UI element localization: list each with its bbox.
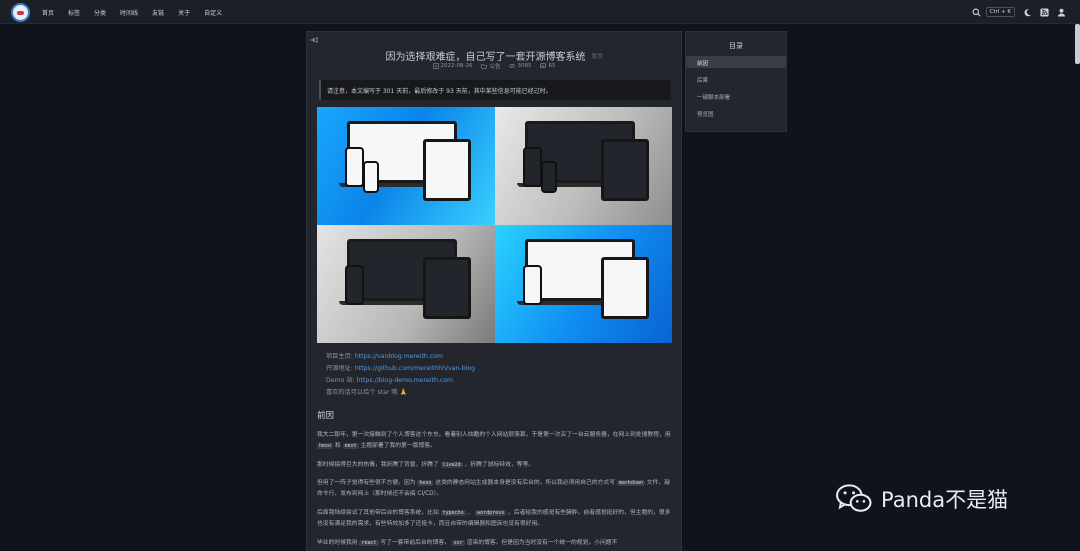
meta-date: 2022-08-26 xyxy=(432,62,472,70)
paragraph-3: 但用了一阵子觉得有些很不方便。因为 hexo 这类的静态网站生成器本身是没有后台… xyxy=(317,480,670,497)
inline-code: hexo xyxy=(317,443,334,449)
folder-icon xyxy=(481,64,488,69)
meta-comments: 65 xyxy=(540,62,555,70)
search-button[interactable]: Ctrl + K xyxy=(972,7,1015,17)
comment-icon xyxy=(540,63,547,68)
project-links: 项目主页: https://vanblog.mereith.com 开源地址: … xyxy=(326,351,475,399)
paragraph-4: 后面我陆续尝试了其他带后台的博客系统，比如 typecho 、 wordpres… xyxy=(317,510,671,527)
inline-code: typecho xyxy=(440,510,466,516)
inline-code: next xyxy=(342,443,359,449)
link-row-demo: Demo 站: https://blog-demo.mereith.com xyxy=(326,377,454,384)
paragraph-2: 那时候搞得巨大的热情，我折腾了背景，折腾了 live2d ，折腾了鼠标特效，等等… xyxy=(317,462,535,468)
inline-code: react xyxy=(359,540,379,546)
star-line: 喜欢的话可以给个 star 哦 🙏 xyxy=(326,389,408,396)
section-heading: 前因 xyxy=(317,411,335,421)
wechat-watermark: Panda不是猫 xyxy=(835,483,1008,515)
outdated-notice: 请注意，本文编写于 301 天前，最后修改于 93 天前，其中某些信息可能已经过… xyxy=(319,80,671,100)
nav-item-timeline[interactable]: 时间线 xyxy=(120,8,138,17)
watermark-text: Panda不是猫 xyxy=(881,488,1009,512)
toc-item-deploy-script[interactable]: 一键脚本部署 xyxy=(686,90,786,102)
preview-tile-dark-dashboard xyxy=(317,225,495,343)
page-scrollbar[interactable] xyxy=(1075,24,1080,64)
preview-tile-dark-grey xyxy=(494,107,672,225)
nav-item-about[interactable]: 关于 xyxy=(178,8,190,17)
inline-code: wordpress xyxy=(475,510,507,516)
link-row-github: 开源地址: https://github.com/mereithhh/van-b… xyxy=(326,365,476,372)
nav-menu: 首页 标签 分类 时间线 友链 关于 自定义 xyxy=(42,0,222,24)
inline-code: markdown xyxy=(616,480,645,486)
article-card: 因为选择艰难症，自己写了一套开源博客系统 置顶 2022-08-26 公告 308… xyxy=(306,31,682,551)
toc-title: 目录 xyxy=(729,42,743,50)
site-logo[interactable] xyxy=(11,3,30,22)
toc-item-qianyin[interactable]: 前因 xyxy=(686,56,786,68)
rss-icon[interactable] xyxy=(1039,7,1049,17)
homepage-link[interactable]: https://vanblog.mereith.com xyxy=(355,353,443,360)
nav-item-tags[interactable]: 标签 xyxy=(68,8,80,17)
top-badge: 置顶 xyxy=(591,53,603,60)
nav-item-categories[interactable]: 分类 xyxy=(94,8,106,17)
dark-mode-icon[interactable] xyxy=(1022,7,1032,17)
paragraph-1: 我大二那年，第一次接触到了个人博客这个东东。看着别人炫酷的个人网站很羡慕，于是第… xyxy=(317,432,671,449)
inline-code: hexo xyxy=(417,480,434,486)
paragraph-5: 毕业的时候我用 react 写了一套带前后台的博客， ssr 渲染的博客。但是因… xyxy=(317,540,618,546)
wechat-icon xyxy=(836,484,872,512)
top-navbar: 首页 标签 分类 时间线 友链 关于 自定义 Ctrl + K xyxy=(0,0,1080,24)
nav-item-custom[interactable]: 自定义 xyxy=(204,8,222,17)
inline-code: live2d xyxy=(440,462,463,468)
search-icon xyxy=(972,7,982,17)
link-row-home: 项目主页: https://vanblog.mereith.com xyxy=(326,353,443,360)
article-meta: 2022-08-26 公告 3085 65 xyxy=(307,62,681,70)
demo-link[interactable]: https://blog-demo.mereith.com xyxy=(357,377,453,384)
nav-item-home[interactable]: 首页 xyxy=(42,8,54,17)
preview-tile-light-dashboard xyxy=(494,225,672,343)
inline-code: ssr xyxy=(451,540,465,546)
table-of-contents: 目录 前因 后果 一键脚本部署 预览图 xyxy=(685,31,787,132)
nav-actions: Ctrl + K xyxy=(972,0,1067,24)
meta-views: 3085 xyxy=(509,62,531,70)
preview-image xyxy=(317,107,672,343)
meta-category[interactable]: 公告 xyxy=(481,62,500,70)
toc-item-preview[interactable]: 预览图 xyxy=(686,107,786,119)
nav-item-friends[interactable]: 友链 xyxy=(152,8,164,17)
toc-item-houguo[interactable]: 后果 xyxy=(686,73,786,85)
search-shortcut: Ctrl + K xyxy=(985,7,1015,17)
eye-icon xyxy=(509,64,516,68)
user-icon[interactable] xyxy=(1056,7,1066,17)
edit-icon xyxy=(432,63,439,69)
github-link[interactable]: https://github.com/mereithhh/van-blog xyxy=(355,365,475,372)
preview-tile-light-blue xyxy=(317,107,495,225)
